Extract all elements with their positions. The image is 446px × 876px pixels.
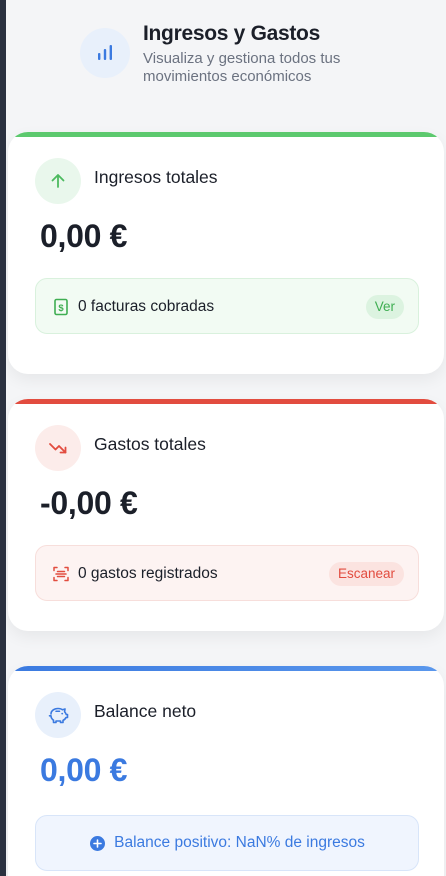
expenses-count: 0 gastos registrados <box>78 565 218 582</box>
banknote-icon: $ <box>52 298 70 316</box>
balance-title: Balance neto <box>94 701 197 721</box>
view-invoices-button[interactable]: Ver <box>365 295 404 319</box>
trend-down-icon <box>35 425 81 471</box>
balance-card[interactable]: Balance neto 0,00 € Balance positivo: Na… <box>8 666 444 876</box>
balance-note: Balance positivo: NaN% de ingresos <box>114 834 365 851</box>
income-summary: $ 0 facturas cobradas Ver <box>35 278 419 334</box>
bar-chart-icon <box>80 28 130 78</box>
expenses-card[interactable]: Gastos totales -0,00 € 0 gastos registra… <box>8 399 444 631</box>
income-accent-bar <box>8 132 444 137</box>
scan-expense-button[interactable]: Escanear <box>328 562 404 586</box>
page-title: Ingresos y Gastos <box>143 22 320 45</box>
income-card[interactable]: Ingresos totales 0,00 € $ 0 facturas cob… <box>8 132 444 374</box>
income-title: Ingresos totales <box>94 167 218 187</box>
plus-circle-icon <box>89 835 106 852</box>
expenses-title: Gastos totales <box>94 434 206 454</box>
svg-text:$: $ <box>58 303 64 314</box>
piggy-bank-icon <box>35 692 81 738</box>
expenses-summary: 0 gastos registrados Escanear <box>35 545 419 601</box>
expenses-accent-bar <box>8 399 444 404</box>
income-amount: 0,00 € <box>40 218 128 254</box>
page-subtitle: Visualiza y gestiona todos tus movimient… <box>143 50 341 85</box>
balance-accent-bar <box>8 666 444 671</box>
income-invoices-count: 0 facturas cobradas <box>78 298 215 315</box>
app-screen: Ingresos y Gastos Visualiza y gestiona t… <box>6 0 446 876</box>
balance-summary: Balance positivo: NaN% de ingresos <box>35 815 419 871</box>
arrow-up-icon <box>35 158 81 204</box>
expenses-amount: -0,00 € <box>40 485 138 521</box>
page-header: Ingresos y Gastos Visualiza y gestiona t… <box>80 22 440 92</box>
balance-amount: 0,00 € <box>40 752 128 788</box>
scan-icon <box>52 565 70 583</box>
